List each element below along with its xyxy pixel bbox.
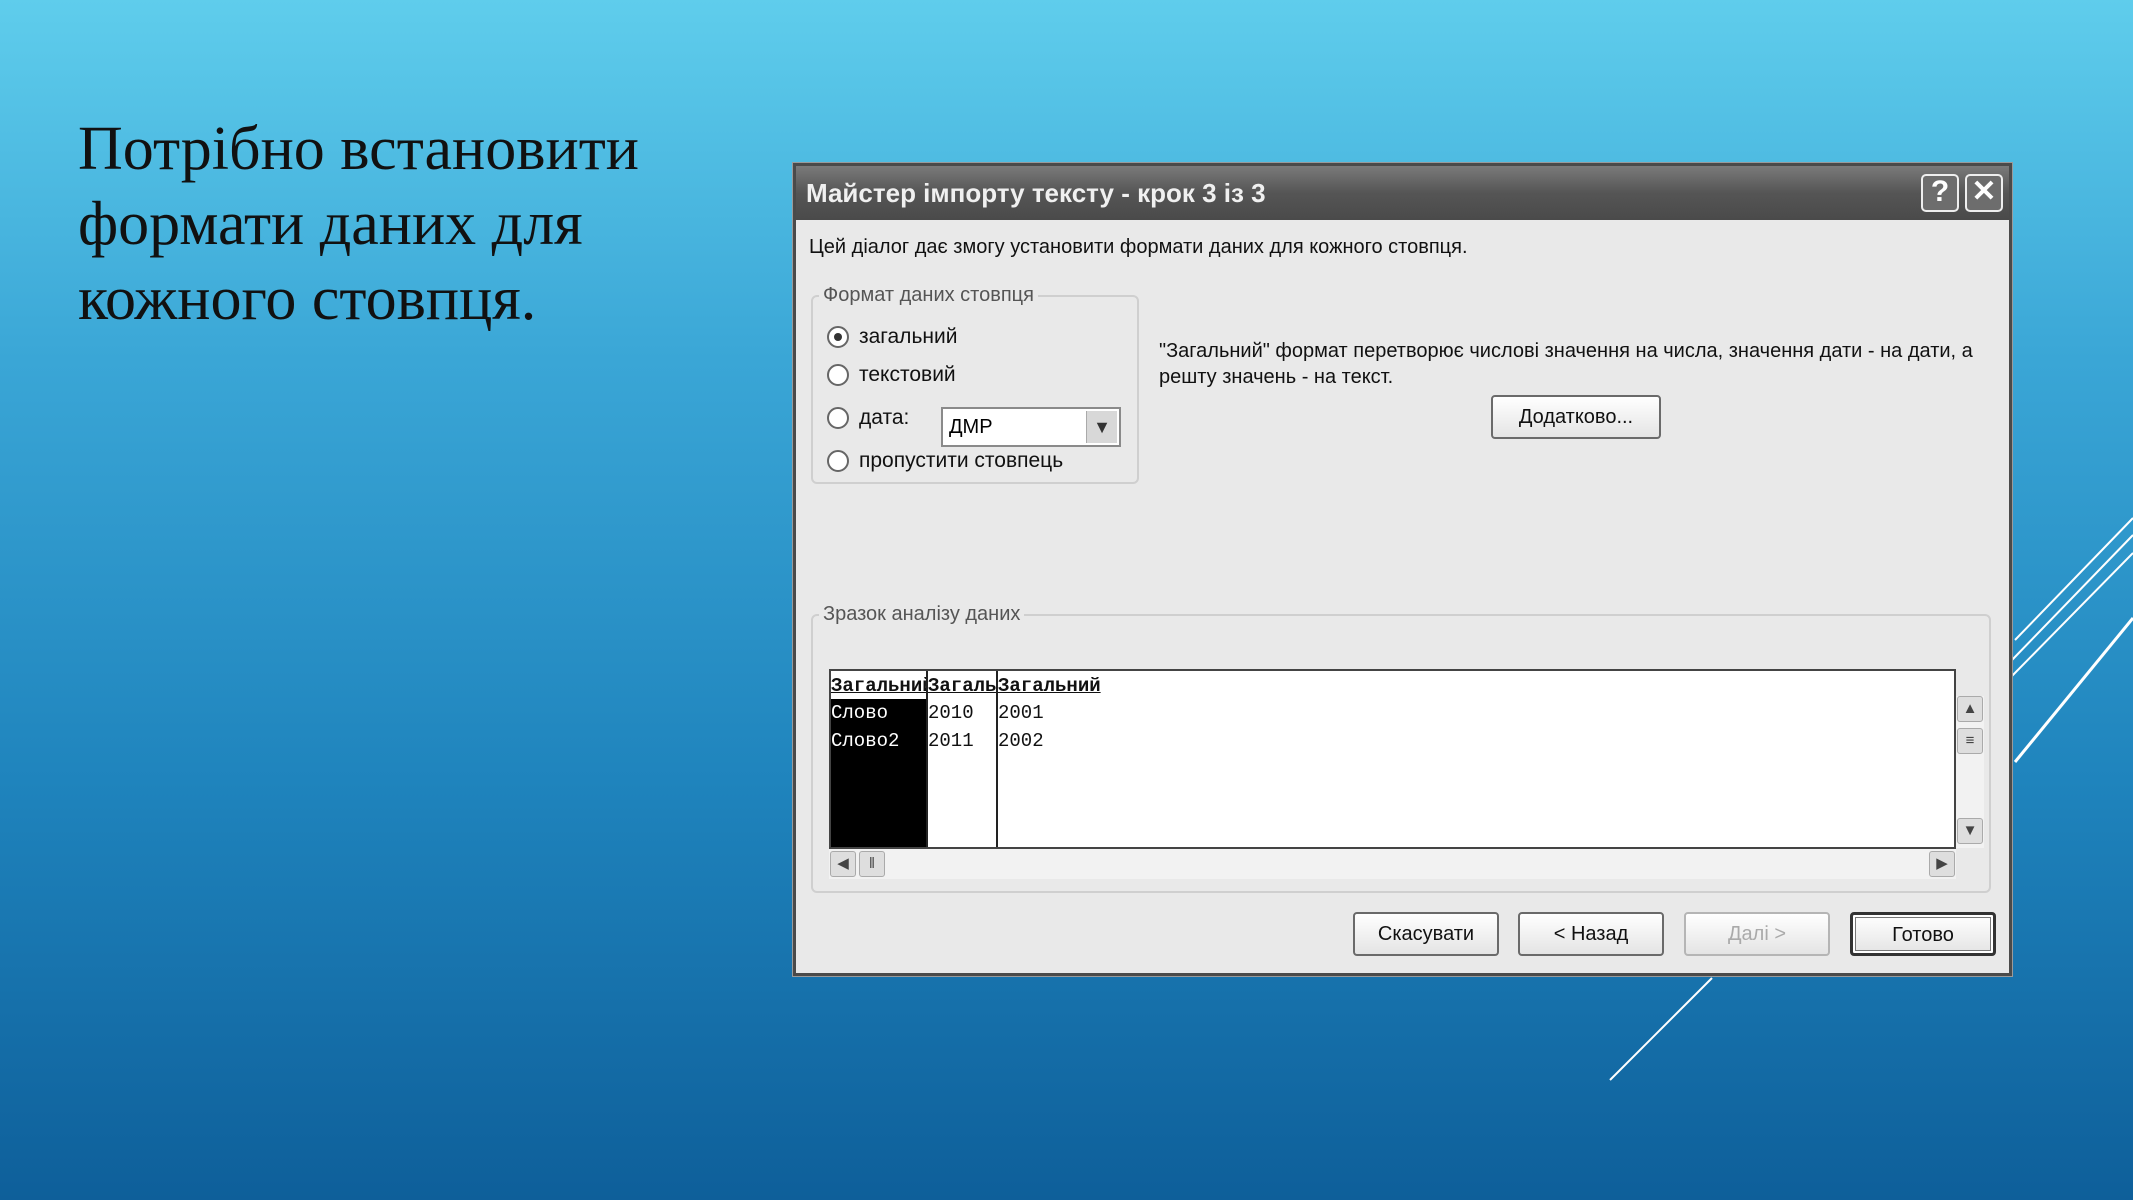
radio-button-checked[interactable] [827,326,849,348]
radio-text[interactable]: текстовий [827,363,956,387]
preview-column-2[interactable]: Загальний 2010 2011 [926,671,998,847]
advanced-button[interactable]: Додатково... [1491,395,1661,439]
chevron-up-icon[interactable]: ▲ [1957,696,1983,722]
radio-general[interactable]: загальний [827,325,957,349]
cancel-button[interactable]: Скасувати [1353,912,1499,956]
radio-label: пропустити стовпець [859,449,1064,472]
column-format-legend: Формат даних стовпця [823,284,1034,306]
chevron-down-icon[interactable]: ▼ [1957,818,1983,844]
radio-button[interactable] [827,450,849,472]
column-header[interactable]: Загальний [928,671,998,699]
horizontal-scrollbar[interactable]: ◀ ‖ ▶ [829,849,1956,879]
table-cell: 2002 [998,730,1044,752]
table-cell: 2001 [998,702,1044,724]
radio-date[interactable]: дата: [827,406,909,430]
scroll-thumb[interactable]: ≡ [1957,728,1983,754]
finish-button[interactable]: Готово [1850,912,1996,956]
table-cell: Слово [831,702,889,724]
radio-label: дата: [859,406,910,429]
slide-text-line: кожного стовпця. [78,265,537,333]
radio-label: текстовий [859,363,956,386]
radio-label: загальний [859,325,958,348]
slide-text-line: Потрібно встановити [78,115,639,183]
dialog-description: Цей діалог дає змогу установити формати … [809,236,1468,258]
date-format-select[interactable]: ДМР ▼ [941,407,1121,447]
dialog-titlebar[interactable]: Майстер імпорту тексту - крок 3 із 3 ? ✕ [796,166,2009,220]
preview-column-1[interactable]: Загальний Слово Слово2 [831,671,926,847]
radio-skip-column[interactable]: пропустити стовпець [827,449,1063,473]
date-format-value: ДМР [949,416,993,438]
help-button[interactable]: ? [1921,174,1959,212]
close-button[interactable]: ✕ [1965,174,2003,212]
table-cell: Слово2 [831,730,900,752]
format-info-text: "Загальний" формат перетворює числові зн… [1159,340,1973,388]
column-header[interactable]: Загальний [998,671,1298,699]
vertical-scrollbar[interactable]: ▲ ≡ ▼ [1956,696,1984,848]
radio-button[interactable] [827,407,849,429]
table-cell: 2011 [928,730,974,752]
chevron-down-icon[interactable]: ▼ [1086,411,1117,443]
slide-text-line: формати даних для [78,190,583,258]
data-preview-legend: Зразок аналізу даних [823,603,1021,625]
next-button[interactable]: Далі > [1684,912,1830,956]
chevron-left-icon[interactable]: ◀ [830,851,856,877]
preview-column-3[interactable]: Загальний 2001 2002 [996,671,1298,847]
slide-text: Потрібно встановити формати даних для ко… [78,112,718,337]
column-format-group: Формат даних стовпця загальний текстовий… [811,284,1139,484]
chevron-right-icon[interactable]: ▶ [1929,851,1955,877]
radio-button[interactable] [827,364,849,386]
back-button[interactable]: < Назад [1518,912,1664,956]
dialog-title: Майстер імпорту тексту - крок 3 із 3 [806,178,1266,208]
table-cell: 2010 [928,702,974,724]
column-header[interactable]: Загальний [831,671,926,699]
text-import-wizard-dialog: Майстер імпорту тексту - крок 3 із 3 ? ✕… [793,163,2012,976]
scroll-thumb[interactable]: ‖ [859,851,885,877]
data-preview-table[interactable]: Загальний Слово Слово2 Загальний 2010 20… [829,669,1956,849]
